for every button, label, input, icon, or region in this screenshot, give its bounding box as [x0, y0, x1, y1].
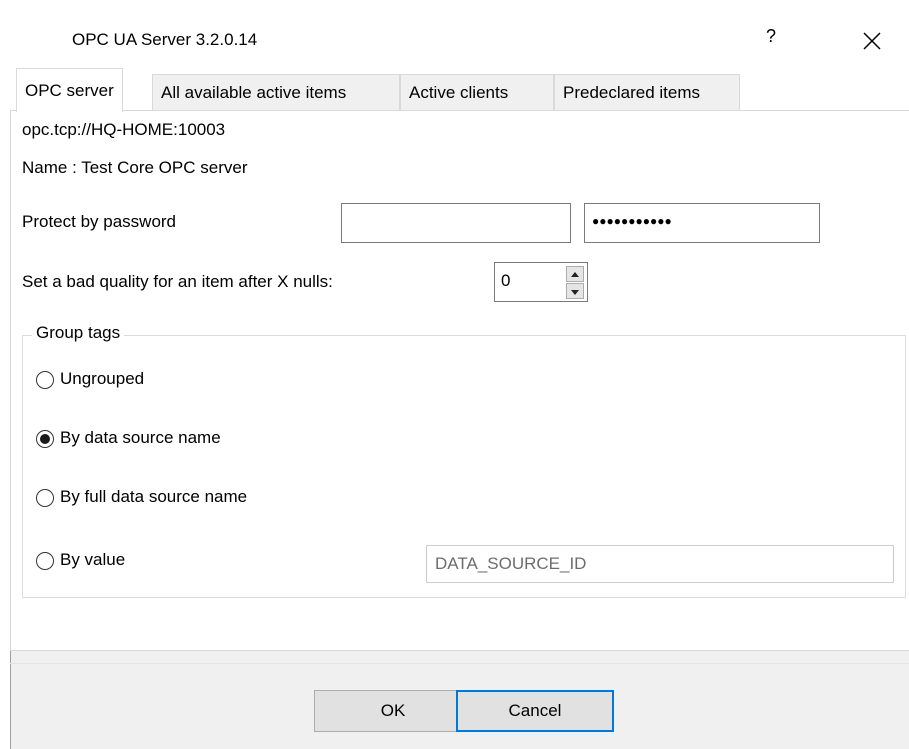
username-input[interactable] [341, 203, 571, 243]
close-button[interactable] [850, 24, 894, 58]
by-value-field[interactable]: DATA_SOURCE_ID [426, 545, 894, 583]
server-name: Name : Test Core OPC server [22, 158, 248, 177]
window-title: OPC UA Server 3.2.0.14 [72, 30, 258, 49]
arrow-up-icon [571, 272, 579, 277]
by-value-field-text: DATA_SOURCE_ID [435, 554, 587, 573]
radio-by-data-source-name-label[interactable]: By data source name [60, 428, 221, 448]
tab-opc-server[interactable]: OPC server [16, 68, 123, 112]
tab-active-clients[interactable]: Active clients [400, 74, 554, 110]
spin-down-button[interactable] [566, 283, 584, 299]
cancel-button[interactable]: Cancel [456, 690, 614, 732]
password-mask: ●●●●●●●●●●● [592, 214, 672, 228]
spin-up-button[interactable] [566, 266, 584, 282]
radio-ungrouped-label[interactable]: Ungrouped [60, 369, 144, 389]
group-tags-legend: Group tags [32, 323, 125, 343]
close-icon [863, 32, 881, 50]
radio-by-data-source-name[interactable] [36, 430, 54, 448]
password-label: Protect by password [22, 212, 177, 231]
radio-by-value[interactable] [36, 552, 54, 570]
divider [10, 663, 909, 664]
radio-by-value-label[interactable]: By value [60, 550, 125, 570]
radio-by-full-data-source-name[interactable] [36, 489, 54, 507]
bad-quality-spinner[interactable]: 0 [494, 262, 588, 302]
divider [10, 650, 909, 651]
server-url: opc.tcp://HQ-HOME:10003 [22, 120, 226, 139]
tab-all-available-active-items[interactable]: All available active items [152, 74, 400, 110]
bad-quality-label: Set a bad quality for an item after X nu… [22, 272, 333, 291]
radio-by-full-data-source-name-label[interactable]: By full data source name [60, 487, 247, 507]
tab-predeclared-items[interactable]: Predeclared items [554, 74, 740, 110]
bad-quality-value: 0 [501, 271, 511, 290]
ok-button[interactable]: OK [314, 690, 472, 732]
arrow-down-icon [571, 290, 579, 295]
radio-ungrouped[interactable] [36, 371, 54, 389]
help-button[interactable]: ? [751, 26, 791, 56]
